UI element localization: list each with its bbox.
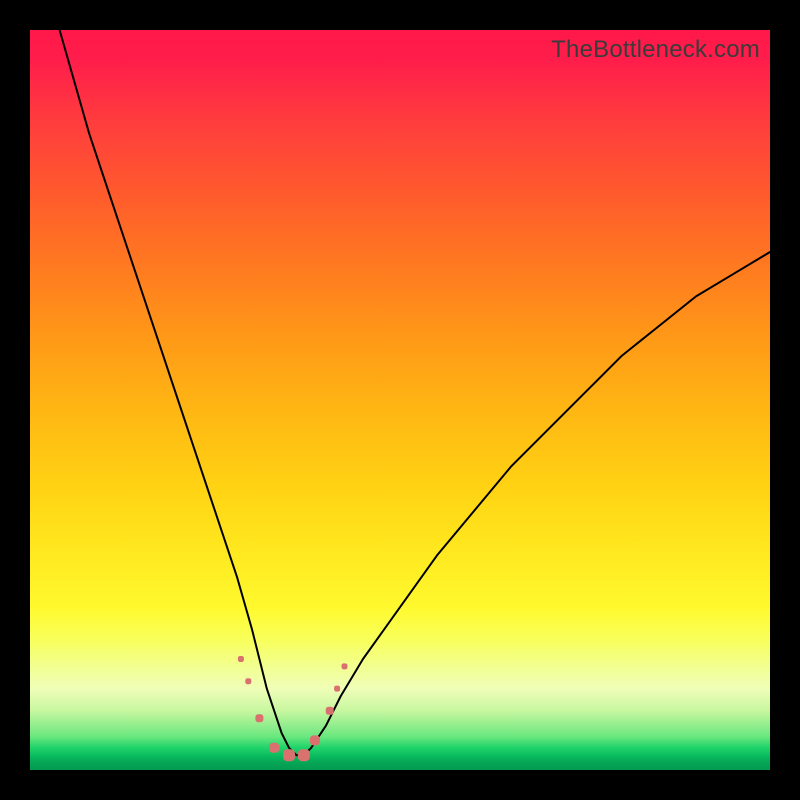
highlight-markers xyxy=(238,656,348,761)
marker-point xyxy=(269,743,279,753)
marker-point xyxy=(298,749,310,761)
marker-point xyxy=(334,686,340,692)
bottleneck-curve xyxy=(60,30,770,755)
marker-point xyxy=(342,663,348,669)
marker-point xyxy=(245,678,251,684)
marker-point xyxy=(326,707,334,715)
marker-point xyxy=(238,656,244,662)
marker-point xyxy=(310,735,320,745)
marker-point xyxy=(255,714,263,722)
curve-svg xyxy=(30,30,770,770)
chart-frame: TheBottleneck.com xyxy=(0,0,800,800)
plot-area: TheBottleneck.com xyxy=(30,30,770,770)
marker-point xyxy=(283,749,295,761)
